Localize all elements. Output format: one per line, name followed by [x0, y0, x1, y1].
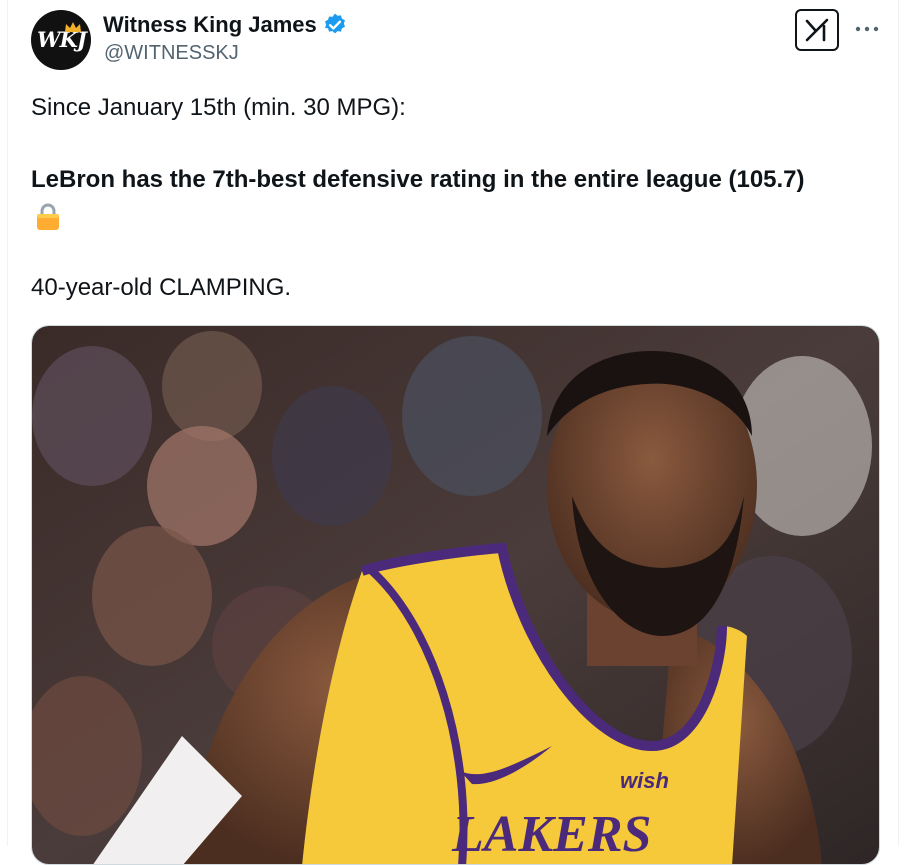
author-handle[interactable]: @WITNESSKJ	[104, 42, 239, 65]
grok-button[interactable]	[795, 9, 839, 51]
more-options-icon	[855, 26, 879, 32]
tweet-text-line-3: 40-year-old CLAMPING.	[31, 274, 292, 301]
jersey-team-text: LAKERS	[451, 806, 651, 863]
lock-icon	[37, 203, 59, 230]
lebron-photo: wish LAKERS	[32, 326, 879, 864]
tweet-text-line-2: LeBron has the 7th-best defensive rating…	[31, 166, 805, 193]
author-display-name[interactable]: Witness King James	[103, 12, 317, 38]
more-options-button[interactable]	[852, 14, 882, 44]
verified-badge-icon	[325, 13, 345, 34]
avatar[interactable]: WKJ	[31, 10, 91, 70]
tweet-photo[interactable]: wish LAKERS	[31, 325, 880, 865]
tweet-text-line-1: Since January 15th (min. 30 MPG):	[31, 94, 406, 121]
crown-icon	[65, 22, 81, 32]
grok-icon	[805, 18, 829, 42]
jersey-sponsor-text: wish	[620, 768, 669, 793]
